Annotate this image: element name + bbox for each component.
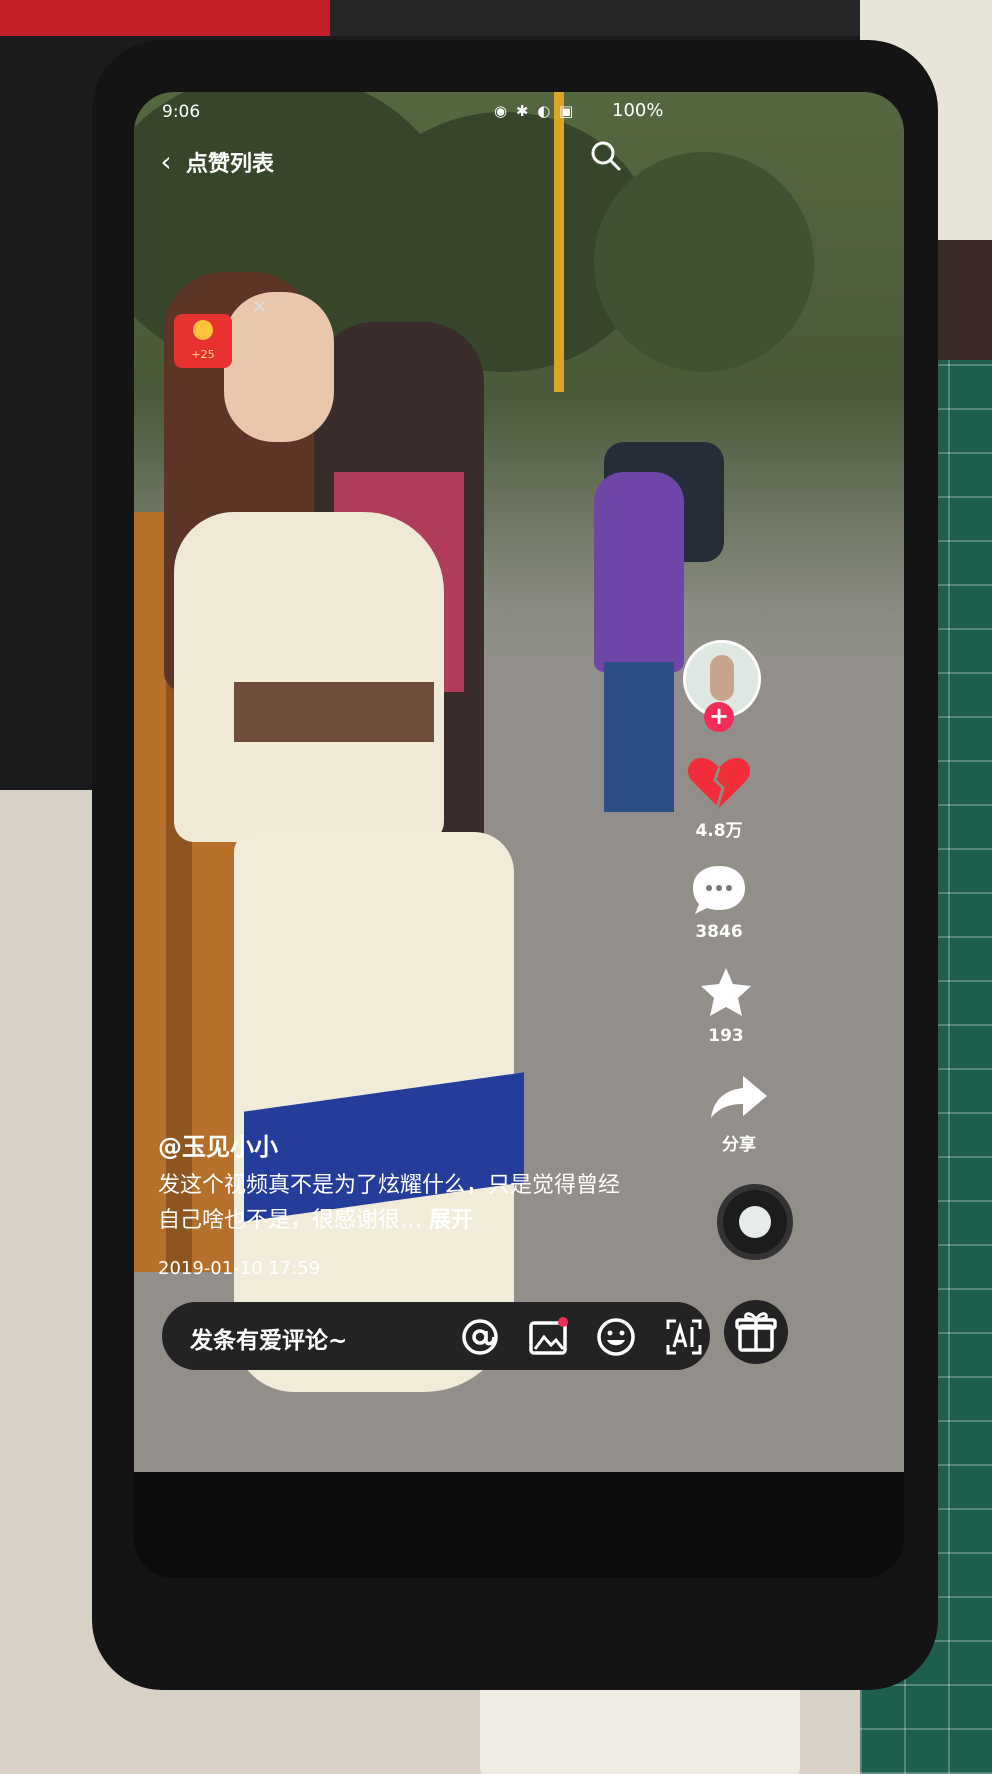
comment-button[interactable]: 3846 bbox=[679, 860, 759, 942]
person-shape bbox=[594, 472, 684, 672]
at-icon[interactable] bbox=[458, 1315, 502, 1359]
back-icon[interactable]: ‹ bbox=[150, 142, 182, 182]
page-title: 点赞列表 bbox=[186, 152, 275, 177]
share-label: 分享 bbox=[722, 1135, 756, 1155]
star-icon bbox=[686, 964, 766, 1022]
gift-icon bbox=[735, 1312, 777, 1352]
status-icons: ◉ ✱ ◐ ▣ bbox=[494, 102, 576, 120]
ai-icon[interactable] bbox=[662, 1315, 706, 1359]
post-description: 发这个视频真不是为了炫耀什么，只是觉得曾经自己啥也不是，很感谢很… 展开 bbox=[158, 1168, 628, 1238]
envelope-seal-icon bbox=[193, 320, 213, 340]
person-shape bbox=[174, 512, 444, 842]
pole-shape bbox=[554, 92, 564, 392]
background-box-red-strip bbox=[0, 0, 330, 36]
person-shape bbox=[224, 292, 334, 442]
share-icon bbox=[699, 1068, 779, 1126]
image-icon[interactable] bbox=[526, 1315, 570, 1359]
tree-shape bbox=[594, 152, 814, 372]
avatar-image bbox=[710, 655, 734, 701]
person-shape bbox=[234, 682, 434, 742]
comment-input[interactable]: 发条有爱评论~ bbox=[190, 1321, 347, 1355]
status-bar: 9:06 ◉ ✱ ◐ ▣ 100% bbox=[134, 92, 904, 136]
close-icon[interactable]: ✕ bbox=[252, 297, 267, 318]
description-text: 发这个视频真不是为了炫耀什么，只是觉得曾经自己啥也不是，很感谢很… bbox=[158, 1173, 621, 1233]
bottom-bar bbox=[134, 1472, 904, 1578]
like-button[interactable]: 4.8万 bbox=[679, 754, 759, 841]
favorite-count: 193 bbox=[708, 1026, 744, 1046]
comment-count: 3846 bbox=[695, 922, 743, 942]
heart-icon bbox=[679, 754, 759, 812]
follow-button[interactable]: + bbox=[704, 702, 734, 732]
emoji-icon[interactable] bbox=[594, 1315, 638, 1359]
phone-screen: 9:06 ◉ ✱ ◐ ▣ 100% ‹ 点赞列表 +25 ✕ + 4.8万 38… bbox=[134, 92, 904, 1578]
author-name[interactable]: @玉见小小 bbox=[158, 1127, 278, 1162]
favorite-button[interactable]: 193 bbox=[686, 964, 766, 1046]
expand-link[interactable]: 展开 bbox=[429, 1208, 473, 1233]
red-envelope-widget[interactable]: +25 bbox=[174, 314, 232, 368]
music-cover bbox=[739, 1206, 771, 1238]
envelope-amount: +25 bbox=[191, 348, 215, 361]
gift-button[interactable] bbox=[724, 1300, 788, 1364]
music-disc-icon[interactable] bbox=[717, 1184, 793, 1260]
like-count: 4.8万 bbox=[695, 821, 743, 841]
person-shape bbox=[604, 662, 674, 812]
search-icon[interactable] bbox=[586, 136, 626, 176]
battery-level: 100% bbox=[612, 100, 664, 121]
post-date: 2019-01-10 17:59 bbox=[158, 1258, 321, 1279]
share-button[interactable]: 分享 bbox=[699, 1068, 779, 1155]
comment-icon bbox=[679, 860, 759, 918]
status-time: 9:06 bbox=[162, 102, 201, 122]
